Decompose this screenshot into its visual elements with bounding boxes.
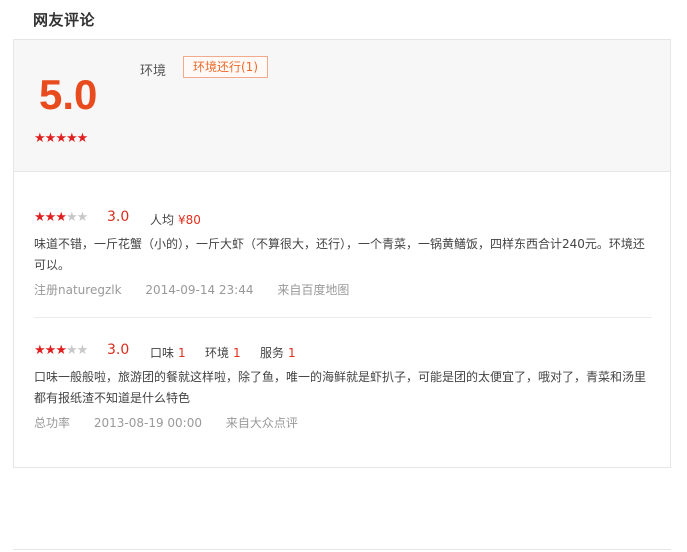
star-icon: ★ xyxy=(34,131,46,146)
review-author[interactable]: 注册naturegzlk xyxy=(34,283,122,297)
review-time: 2014-09-14 23:44 xyxy=(145,283,254,297)
review-text: 口味一般般啦，旅游团的餐就这样啦，除了鱼，唯一的海鲜就是虾扒子，可能是团的太便宜… xyxy=(34,370,647,405)
rating-summary: 5.0 ★★★★★ 环境 环境还行(1) xyxy=(14,40,670,172)
review-rating: 3.0 xyxy=(107,209,130,225)
star-icon: ★ xyxy=(55,343,67,358)
star-icon: ★ xyxy=(65,210,78,225)
review-header: ★★★★★ 3.0 口味 1 环境 1 服务 1 xyxy=(34,342,654,360)
review-stars: ★★★★★ xyxy=(34,210,89,225)
star-icon: ★ xyxy=(55,131,67,146)
environment-label: 环境 xyxy=(205,346,230,360)
overall-score: 5.0 xyxy=(39,71,98,118)
review-item: ★★★★★ 3.0 人均 ¥80 味道不错，一斤花蟹（小的），一斤大虾（不算很大，… xyxy=(34,209,654,298)
review-stars: ★★★★★ xyxy=(34,343,89,358)
review-divider xyxy=(34,317,652,318)
review-source: 来自大众点评 xyxy=(225,416,298,430)
service-label: 服务 xyxy=(260,346,285,360)
taste-value: 1 xyxy=(178,346,186,360)
price-label: 人均 xyxy=(150,213,175,227)
star-icon: ★ xyxy=(76,131,89,146)
star-icon: ★ xyxy=(65,131,78,146)
environment-value: 1 xyxy=(233,346,241,360)
review-source: 来自百度地图 xyxy=(277,283,350,297)
star-icon: ★ xyxy=(44,131,57,146)
review-panel: 5.0 ★★★★★ 环境 环境还行(1) ★★★★★ 3.0 人均 ¥80 味道不… xyxy=(13,39,671,468)
taste-label: 口味 xyxy=(150,346,175,360)
review-meta: 注册naturegzlk 2014-09-14 23:44 来自百度地图 xyxy=(34,281,654,298)
section-title: 网友评论 xyxy=(33,11,96,29)
star-icon: ★ xyxy=(34,343,46,358)
review-header: ★★★★★ 3.0 人均 ¥80 xyxy=(34,209,654,227)
overall-stars: ★★★★★ xyxy=(34,129,89,146)
bottom-divider xyxy=(13,549,671,550)
service-value: 1 xyxy=(288,346,296,360)
star-icon: ★ xyxy=(34,210,46,225)
review-text: 味道不错，一斤花蟹（小的），一斤大虾（不算很大，还行），一个青菜，一锅黄鳝饭，四… xyxy=(34,237,645,272)
tag-group-label: 环境 xyxy=(140,64,167,79)
review-taste: 口味 1 xyxy=(150,344,186,361)
review-time: 2013-08-19 00:00 xyxy=(93,416,202,430)
review-item: ★★★★★ 3.0 口味 1 环境 1 服务 1 口味一般般啦，旅游团的餐就这样啦，除… xyxy=(34,342,654,431)
review-meta: 总功率 2013-08-19 00:00 来自大众点评 xyxy=(34,414,654,431)
star-icon: ★ xyxy=(76,210,89,225)
star-icon: ★ xyxy=(65,343,78,358)
review-author[interactable]: 总功率 xyxy=(34,416,70,430)
review-service: 服务 1 xyxy=(260,344,296,361)
star-icon: ★ xyxy=(55,210,67,225)
tag-chip-environment[interactable]: 环境还行(1) xyxy=(183,56,268,78)
price-value: ¥80 xyxy=(178,213,201,227)
star-icon: ★ xyxy=(76,343,89,358)
review-price: 人均 ¥80 xyxy=(150,211,201,228)
star-icon: ★ xyxy=(44,343,57,358)
review-environment: 环境 1 xyxy=(205,344,241,361)
star-icon: ★ xyxy=(44,210,57,225)
review-rating: 3.0 xyxy=(107,342,130,358)
